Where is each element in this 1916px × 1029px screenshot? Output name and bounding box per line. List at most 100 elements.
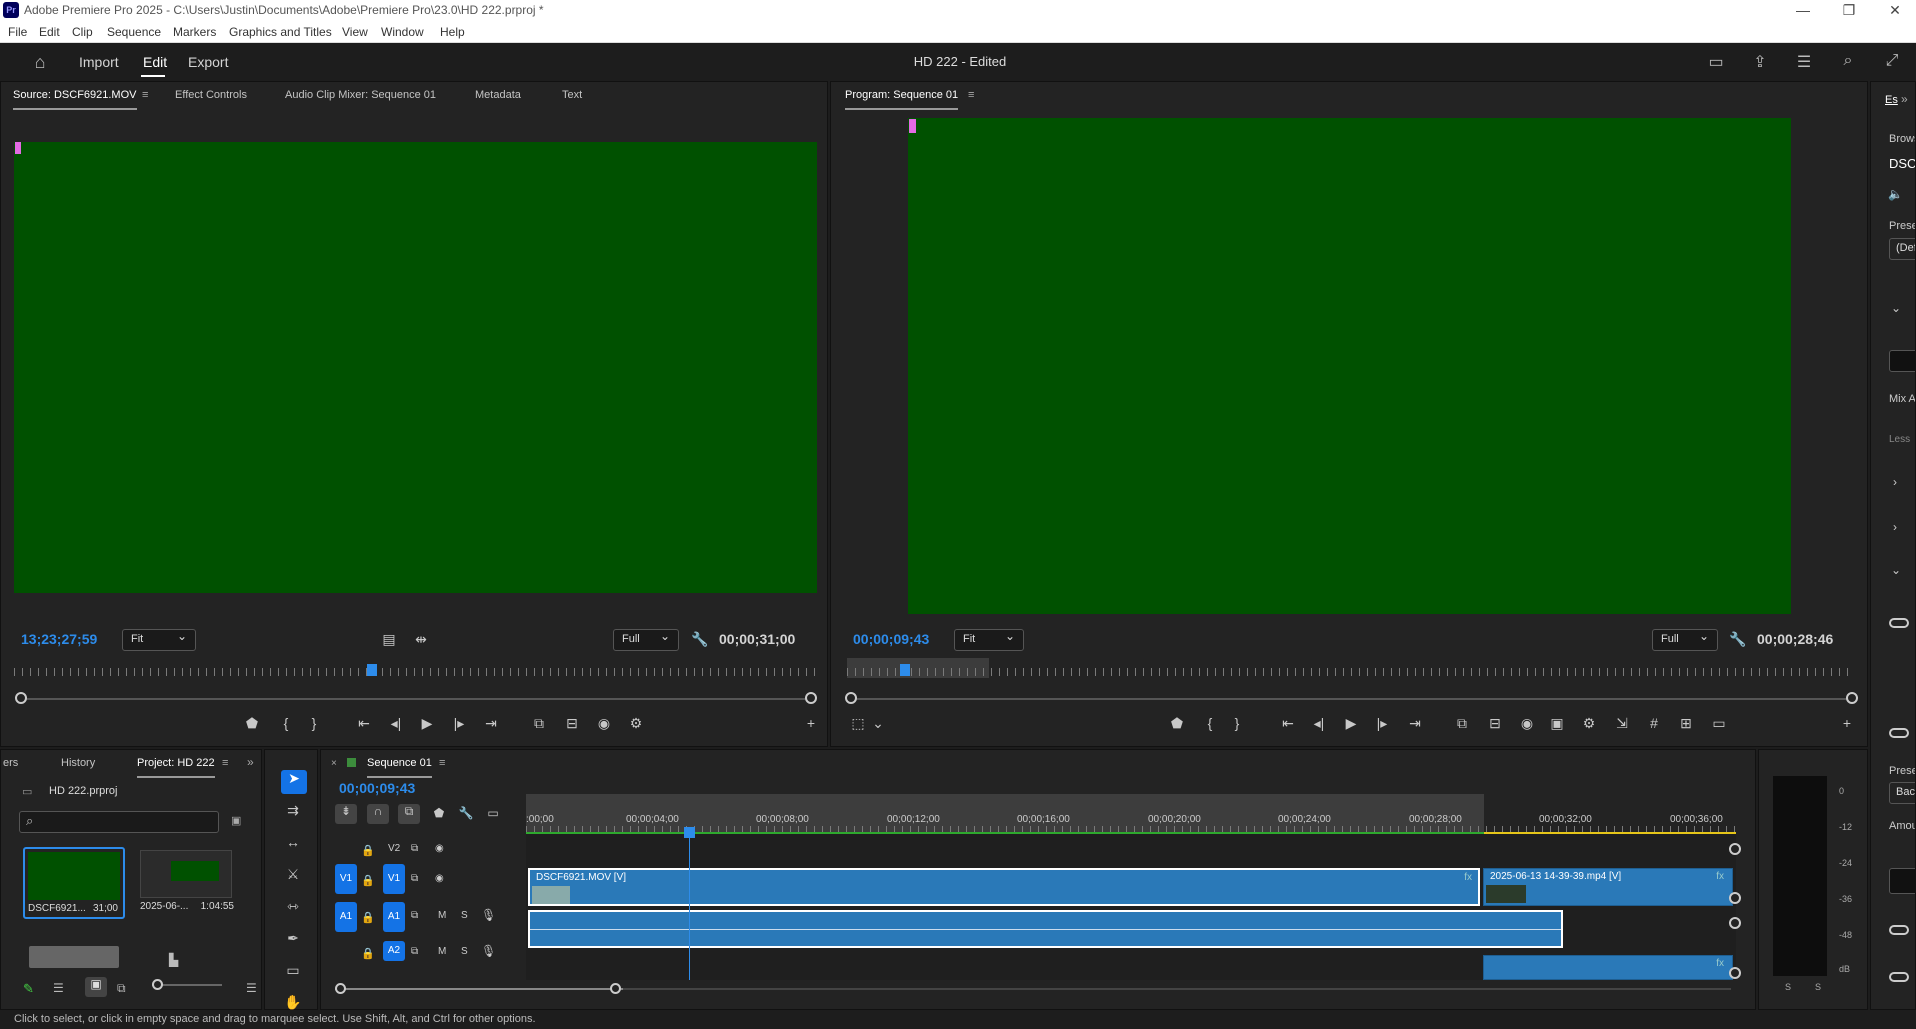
lift-icon[interactable]: ⧉ [1452, 715, 1472, 732]
tab-import[interactable]: Import [79, 54, 119, 70]
toggle-switch-4[interactable] [1889, 972, 1909, 982]
menu-file[interactable]: File [8, 25, 27, 39]
multicam-icon[interactable]: ⊞ [1676, 715, 1696, 732]
close-icon[interactable]: ✕ [1872, 2, 1916, 19]
essential-field[interactable] [1889, 350, 1915, 372]
chevron-right-icon-2[interactable]: › [1893, 520, 1897, 534]
linked-selection-icon[interactable]: ⧉ [398, 804, 420, 824]
timeline-settings-icon[interactable]: 🔧 [456, 806, 476, 820]
list-view-icon[interactable]: ☰ [53, 981, 64, 995]
tab-source[interactable]: Source: DSCF6921.MOV [13, 82, 137, 110]
captions-icon[interactable]: ▭ [483, 806, 503, 820]
program-add-marker-icon[interactable]: ⬟ [1167, 715, 1187, 732]
program-zoom-select[interactable]: Fit [954, 629, 1024, 651]
program-zoom-handle-left[interactable] [845, 692, 857, 704]
v2-label[interactable]: V2 [388, 843, 400, 854]
project-item-thumb-3[interactable] [29, 946, 119, 968]
track-scroll-knob-1[interactable] [1729, 843, 1741, 855]
program-resolution-select[interactable]: Full [1652, 629, 1718, 651]
extract-icon[interactable]: ⊟ [1485, 715, 1505, 732]
timeline-panel-menu-icon[interactable]: ≡ [439, 757, 445, 769]
dropdown-chevron-icon[interactable]: ⌄ [868, 715, 888, 732]
a2-mic-icon[interactable]: 🎙 [481, 944, 496, 958]
program-time-ruler[interactable] [847, 668, 1855, 676]
clip-dscf-audio[interactable] [528, 910, 1563, 948]
add-marker-icon[interactable]: ⬟ [242, 715, 262, 732]
a2-solo[interactable]: S [461, 946, 468, 957]
insert-icon[interactable]: ⧉ [529, 715, 549, 732]
timeline-marker-icon[interactable]: ⬟ [429, 806, 449, 820]
tab-essential[interactable]: Es [1885, 94, 1898, 106]
program-settings-icon[interactable]: ⚙ [1579, 715, 1599, 732]
timeline-playhead[interactable] [684, 827, 695, 838]
export-icon[interactable]: ⇲ [1612, 715, 1632, 732]
clip-2025-video[interactable]: 2025-06-13 14-39-39.mp4 [V] fx [1483, 868, 1733, 906]
timeline-scroll-right[interactable] [610, 983, 621, 994]
source-zoom-select[interactable]: Fit [122, 629, 196, 651]
zoom-handle-left[interactable] [15, 692, 27, 704]
solo-left[interactable]: S [1785, 982, 1791, 992]
tab-edit[interactable]: Edit [143, 54, 167, 70]
a2-track-target[interactable]: A2 [383, 941, 405, 961]
a1-solo[interactable]: S [461, 910, 468, 921]
amount-field[interactable] [1889, 868, 1915, 894]
share-icon[interactable]: ⇪ [1750, 52, 1770, 72]
program-playhead[interactable] [900, 664, 910, 676]
safe-margins-icon[interactable]: ⬚ [848, 715, 868, 732]
settings-wrench-icon[interactable]: 🔧 [690, 631, 710, 648]
timeline-timecode[interactable]: 00;00;09;43 [339, 780, 415, 796]
tab-program[interactable]: Program: Sequence 01 [845, 82, 959, 110]
project-item-icon-4[interactable]: ▙ [169, 953, 178, 967]
program-zoom-bar[interactable] [851, 698, 1851, 700]
project-panel-menu-icon[interactable]: ≡ [222, 757, 228, 769]
preset-select-2[interactable]: Bac [1889, 782, 1915, 804]
tab-text[interactable]: Text [562, 82, 582, 108]
hand-tool-icon[interactable]: ✋ [283, 994, 303, 1011]
program-play-icon[interactable]: ▶ [1341, 715, 1361, 732]
tab-history[interactable]: History [61, 750, 95, 776]
source-timecode[interactable]: 13;23;27;59 [21, 631, 97, 647]
menu-view[interactable]: View [342, 25, 368, 39]
v2-lock-icon[interactable]: 🔒 [361, 844, 375, 857]
a1-mic-icon[interactable]: 🎙 [481, 908, 496, 922]
minimize-icon[interactable]: — [1780, 2, 1826, 18]
step-forward-icon[interactable]: |▸ [449, 715, 469, 732]
track-scroll-knob-4[interactable] [1729, 967, 1741, 979]
menu-edit[interactable]: Edit [39, 25, 60, 39]
pen-tool-icon[interactable]: ✒ [283, 930, 303, 947]
more-panels-icon[interactable]: » [247, 755, 254, 769]
a1-lock-icon[interactable]: 🔒 [361, 911, 375, 924]
chevron-down-icon[interactable]: ⌄ [1891, 301, 1901, 315]
program-wrench-icon[interactable]: 🔧 [1728, 631, 1748, 648]
comparison-view-icon[interactable]: ▣ [1547, 715, 1567, 732]
panel-menu-icon[interactable]: ≡ [142, 89, 148, 101]
tab-project[interactable]: Project: HD 222 [137, 750, 215, 778]
program-go-to-in-icon[interactable]: ⇤ [1278, 715, 1298, 732]
program-step-back-icon[interactable]: ◂| [1309, 715, 1329, 732]
speaker-icon[interactable]: 🔈 [1888, 187, 1903, 201]
source-playhead[interactable] [367, 664, 377, 676]
play-icon[interactable]: ▶ [417, 715, 437, 732]
chevron-down-icon-2[interactable]: ⌄ [1891, 563, 1901, 577]
tab-metadata[interactable]: Metadata [475, 82, 521, 108]
tab-sequence[interactable]: Sequence 01 [367, 750, 432, 778]
source-time-ruler[interactable] [14, 668, 817, 676]
v1-eye-icon[interactable]: ◉ [435, 873, 444, 884]
go-to-out-icon[interactable]: ⇥ [481, 715, 501, 732]
project-item-dscf[interactable]: DSCF6921... 31;00 [23, 847, 125, 919]
go-to-in-icon[interactable]: ⇤ [354, 715, 374, 732]
tab-effect-controls[interactable]: Effect Controls [175, 82, 247, 108]
v1-sync-icon[interactable]: ⧉ [411, 873, 418, 884]
v2-eye-icon[interactable]: ◉ [435, 843, 444, 854]
zoom-handle-right[interactable] [805, 692, 817, 704]
source-zoom-bar[interactable] [21, 698, 811, 700]
chevron-right-icon[interactable]: › [1893, 475, 1897, 489]
program-mark-in-icon[interactable]: { [1200, 715, 1220, 731]
settings-icon[interactable]: ⚙ [626, 715, 646, 732]
toggle-switch[interactable] [1889, 618, 1909, 628]
v2-sync-icon[interactable]: ⧉ [411, 843, 418, 854]
slider-knob[interactable] [152, 979, 163, 990]
toggle-switch-3[interactable] [1889, 925, 1909, 935]
program-button-editor-plus-icon[interactable]: + [1837, 715, 1857, 731]
step-back-icon[interactable]: ◂| [386, 715, 406, 732]
